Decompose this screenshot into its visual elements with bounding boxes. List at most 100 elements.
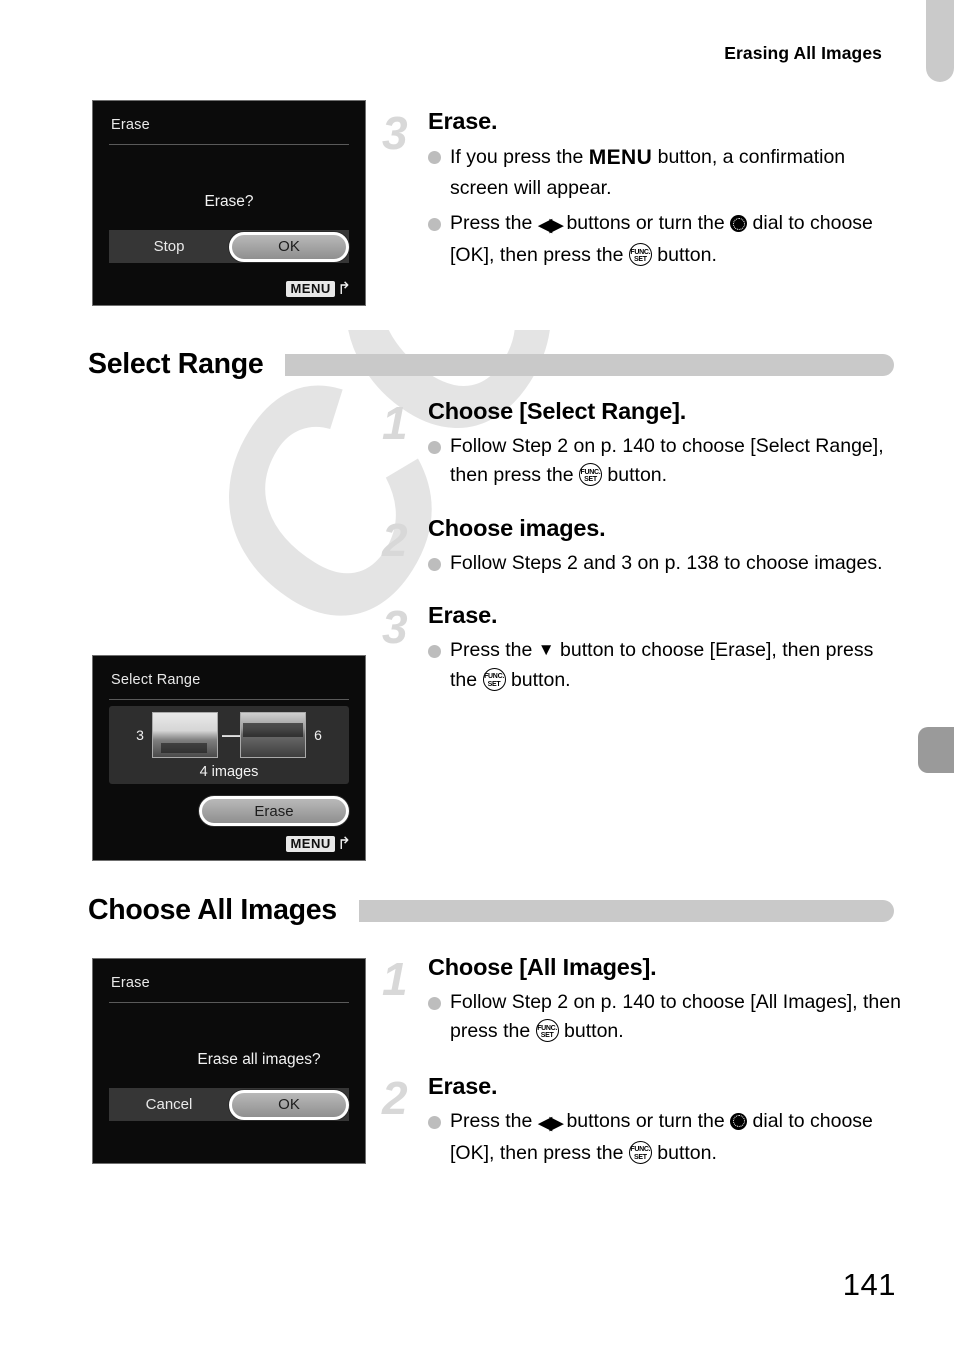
- section-heading-text: Choose All Images: [88, 894, 337, 926]
- bullet-text: Press the ▼ button to choose [Erase], th…: [450, 636, 904, 695]
- range-preview-panel: 3 — 6 4 images: [109, 706, 349, 784]
- thumbnail-end[interactable]: [240, 712, 306, 758]
- bullet-text-frag: button.: [602, 464, 668, 487]
- cancel-button[interactable]: Cancel: [109, 1096, 229, 1113]
- step-3: 3 Erase. If you press the MENU button, a…: [382, 107, 904, 271]
- control-dial-icon: [730, 215, 748, 233]
- bullet-dot-icon: [428, 996, 441, 1010]
- step-number: 1: [382, 953, 408, 1005]
- steps-erase-confirmation: 3 Erase. If you press the MENU button, a…: [382, 107, 904, 275]
- bullet-text-frag: Press the: [450, 212, 538, 235]
- return-arrow-icon: ↰: [336, 279, 351, 298]
- menu-icon: MENU: [588, 145, 653, 169]
- step-number: 3: [382, 107, 408, 159]
- func-set-icon: FUNC. SET: [628, 243, 652, 267]
- func-set-icon: FUNC. SET: [482, 667, 506, 691]
- func-set-line2: SET: [633, 1153, 647, 1161]
- step-1: 1 Choose [Select Range]. Follow Step 2 o…: [382, 397, 904, 491]
- bullet-dot-icon: [428, 557, 441, 571]
- steps-select-range: 1 Choose [Select Range]. Follow Step 2 o…: [382, 397, 904, 699]
- section-heading-bar: [285, 353, 894, 376]
- screen-divider: [109, 699, 349, 700]
- step-number: 1: [382, 397, 408, 449]
- step-title: Erase.: [428, 1072, 498, 1099]
- func-set-line2: SET: [487, 680, 501, 688]
- func-set-icon: FUNC. SET: [579, 463, 602, 487]
- func-set-line1: FUNC.: [580, 468, 601, 476]
- bullet-text-frag: button.: [651, 1141, 717, 1164]
- menu-label: MENU: [286, 835, 335, 852]
- ok-button[interactable]: OK: [229, 1089, 349, 1120]
- screen-title: Erase: [111, 117, 150, 133]
- bullet-dot-icon: [428, 440, 441, 454]
- step-number: 2: [382, 1071, 408, 1124]
- bullet-dot-icon: [428, 218, 441, 232]
- range-thumbnails: 3 — 6: [109, 712, 349, 758]
- screen-title: Select Range: [111, 672, 201, 688]
- return-arrow-icon: ↰: [336, 834, 351, 853]
- range-action-row: Erase: [93, 796, 349, 826]
- bullet-text: Follow Step 2 on p. 140 to choose [Selec…: [450, 432, 904, 491]
- bullet-text: Press the ◀▶ buttons or turn the dial to…: [450, 1107, 904, 1169]
- bullet-item: Press the ◀▶ buttons or turn the dial to…: [428, 1107, 904, 1169]
- bullet-text-frag: button.: [558, 1020, 624, 1043]
- running-title: Erasing All Images: [724, 43, 882, 63]
- section-heading-text: Select Range: [88, 348, 264, 380]
- step-title: Choose images.: [428, 514, 606, 541]
- step-title: Choose [Select Range].: [428, 398, 687, 424]
- func-set-line2: SET: [633, 256, 647, 264]
- bullet-text-frag: If you press the: [450, 145, 589, 168]
- bullet-dot-icon: [428, 150, 441, 164]
- bullet-text-frag: Follow Step 2 on p. 140 to choose [All I…: [450, 990, 901, 1043]
- step-title: Choose [All Images].: [428, 954, 657, 980]
- bullet-item: Press the ▼ button to choose [Erase], th…: [428, 636, 904, 695]
- screen-button-row: Stop OK: [109, 230, 349, 263]
- section-heading-select-range: Select Range: [88, 348, 894, 381]
- bullet-text-frag: button.: [505, 668, 571, 691]
- bullet-text: Press the ◀▶ buttons or turn the dial to…: [450, 209, 904, 271]
- bullet-item: Follow Steps 2 and 3 on p. 138 to choose…: [428, 549, 904, 579]
- bullet-item: Press the ◀▶ buttons or turn the dial to…: [428, 209, 904, 271]
- section-heading-bar: [358, 899, 894, 922]
- erase-all-screen: Erase Erase all images? Cancel OK: [92, 958, 366, 1164]
- thumbnail-start[interactable]: [152, 712, 218, 758]
- bullet-item: Follow Step 2 on p. 140 to choose [All I…: [428, 988, 904, 1047]
- func-set-line2: SET: [584, 476, 597, 484]
- section-heading-choose-all-images: Choose All Images: [88, 894, 894, 927]
- func-set-line2: SET: [540, 1032, 554, 1040]
- left-right-arrows-icon: ◀▶: [537, 215, 564, 237]
- range-start-index: 3: [136, 727, 144, 743]
- bullet-item: Follow Step 2 on p. 140 to choose [Selec…: [428, 432, 904, 491]
- screen-prompt: Erase all images?: [197, 1051, 321, 1068]
- step-1: 1 Choose [All Images]. Follow Step 2 on …: [382, 953, 904, 1047]
- bullet-text-frag: button.: [651, 244, 717, 267]
- stop-button[interactable]: Stop: [109, 238, 229, 255]
- range-separator-icon: —: [222, 724, 240, 745]
- bullet-text-frag: buttons or turn the: [561, 1109, 731, 1132]
- screen-divider: [109, 1002, 349, 1003]
- func-set-line1: FUNC.: [537, 1024, 558, 1032]
- chapter-tab-side: [918, 727, 954, 773]
- func-set-line1: FUNC.: [630, 248, 651, 256]
- bullet-dot-icon: [428, 645, 441, 659]
- bullet-text-frag: buttons or turn the: [561, 212, 731, 235]
- step-2: 2 Erase. Press the ◀▶ buttons or turn th…: [382, 1071, 904, 1169]
- menu-label: MENU: [286, 280, 335, 297]
- page-number: 141: [842, 1267, 896, 1302]
- screen-title: Erase: [111, 975, 150, 991]
- menu-return-badge: MENU ↰: [286, 834, 351, 853]
- ok-button[interactable]: OK: [229, 231, 349, 262]
- func-set-icon: FUNC. SET: [535, 1019, 559, 1043]
- screen-divider: [109, 144, 349, 145]
- bullet-text: Follow Step 2 on p. 140 to choose [All I…: [450, 988, 904, 1047]
- bullet-text: If you press the MENU button, a confirma…: [450, 142, 904, 204]
- screen-button-row: Cancel OK: [109, 1088, 349, 1121]
- select-range-screen: Select Range 3 — 6 4 images Erase MENU ↰: [92, 655, 366, 861]
- step-title: Erase.: [428, 108, 498, 134]
- step-3: 3 Erase. Press the ▼ button to choose [E…: [382, 602, 904, 695]
- func-set-line1: FUNC.: [630, 1146, 651, 1154]
- bullet-text-frag: Press the: [450, 639, 538, 662]
- steps-choose-all-images: 1 Choose [All Images]. Follow Step 2 on …: [382, 953, 904, 1172]
- erase-button[interactable]: Erase: [199, 796, 349, 826]
- down-arrow-icon: ▼: [537, 640, 555, 660]
